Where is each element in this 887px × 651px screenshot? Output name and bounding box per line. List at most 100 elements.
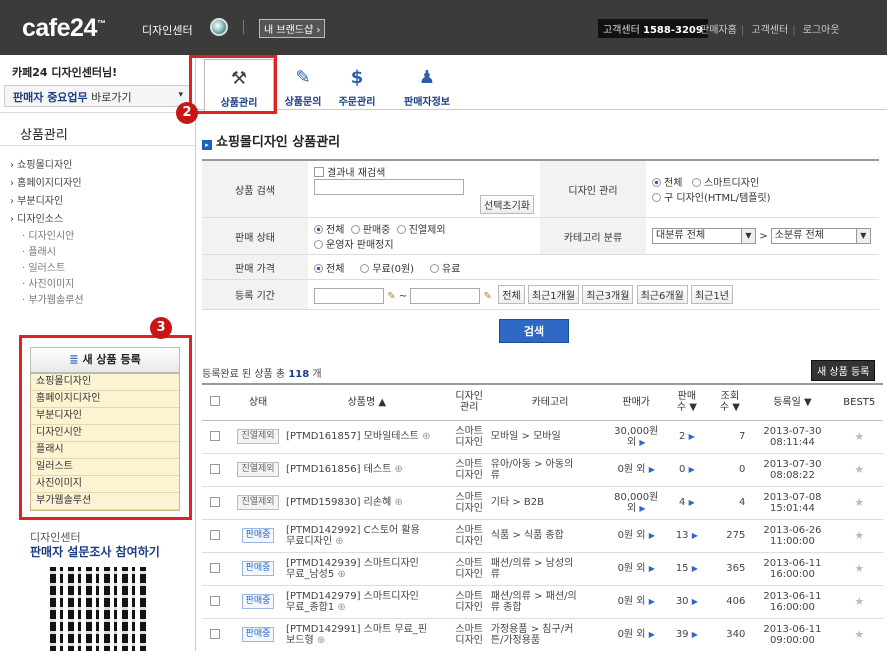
star-icon[interactable]: ★ xyxy=(854,463,864,476)
calendar-icon[interactable]: ✎ xyxy=(387,291,395,302)
play-arrow-icon[interactable]: ▶ xyxy=(689,432,695,441)
design-smart-radio[interactable] xyxy=(691,178,701,187)
category-small-select[interactable]: 소분류 전체 ▼ xyxy=(770,228,871,244)
row-checkbox[interactable] xyxy=(209,595,220,606)
period-1m-button[interactable]: 최근1개월 xyxy=(527,285,580,304)
category-large-select[interactable]: 대분류 전체 ▼ xyxy=(652,228,756,244)
design-old-radio[interactable] xyxy=(652,193,661,202)
table-row[interactable]: 판매중 [PTMD142991] 스마트 무료_핀 보드형 ⊕ 스마트 디자인 가정용… xyxy=(202,618,883,651)
row-checkbox[interactable] xyxy=(209,496,220,507)
star-icon[interactable]: ★ xyxy=(854,628,864,641)
play-arrow-icon[interactable]: ▶ xyxy=(639,504,645,513)
sidebar-subitem-illustration[interactable]: · 일러스트 xyxy=(10,261,190,277)
zoom-icon[interactable]: ⊕ xyxy=(335,536,343,547)
zoom-icon[interactable]: ⊕ xyxy=(337,602,345,613)
zoom-icon[interactable]: ⊕ xyxy=(422,431,430,442)
important-tasks-select[interactable]: 판매자 중요업무 바로가기 ▾ xyxy=(4,85,190,107)
sale-stopped-radio[interactable] xyxy=(314,240,323,249)
sidebar-item-homepage-design[interactable]: › 홈페이지디자인 xyxy=(10,175,190,193)
table-row[interactable]: 진열제외 [PTMD159830] 리손혜 ⊕ 스마트 디자인 기타 > B2B 80,… xyxy=(202,486,883,520)
sale-selling-radio[interactable] xyxy=(350,225,360,234)
cafe24-logo[interactable]: cafe24™ xyxy=(22,14,106,43)
price-paid-radio[interactable] xyxy=(429,263,439,273)
zoom-icon[interactable]: ⊕ xyxy=(394,464,402,475)
play-arrow-icon[interactable]: ▶ xyxy=(692,564,698,573)
period-all-button[interactable]: 전체 xyxy=(498,285,525,304)
play-arrow-icon[interactable]: ▶ xyxy=(649,465,655,474)
row-checkbox[interactable] xyxy=(209,463,220,474)
play-arrow-icon[interactable]: ▶ xyxy=(692,531,698,540)
play-arrow-icon[interactable]: ▶ xyxy=(692,597,698,606)
sidebar-subitem-photo[interactable]: · 사진이미지 xyxy=(10,277,190,293)
star-icon[interactable]: ★ xyxy=(854,595,864,608)
sale-hidden-radio[interactable] xyxy=(396,225,406,234)
re-search-checkbox[interactable] xyxy=(314,167,324,177)
play-arrow-icon[interactable]: ▶ xyxy=(639,438,645,447)
sales-count: 15 xyxy=(675,563,689,574)
design-all-radio[interactable] xyxy=(652,178,661,187)
product-name-link[interactable]: [PTMD142939] 스마트디자인 무료_남성5 xyxy=(286,558,419,580)
seller-home-link[interactable]: 판매자홈 xyxy=(700,25,737,36)
sidebar-item-partial-design[interactable]: › 부분디자인 xyxy=(10,193,190,211)
survey-link[interactable]: 판매자 설문조사 참여하기 xyxy=(30,543,160,560)
reset-selection-button[interactable]: 선택초기화 xyxy=(480,195,534,214)
price-all-radio[interactable] xyxy=(314,263,323,273)
col-sales[interactable]: 판매 수 ▼ xyxy=(663,384,711,421)
zoom-icon[interactable]: ⊕ xyxy=(394,497,402,508)
star-icon[interactable]: ★ xyxy=(854,430,864,443)
sidebar-item-design-source[interactable]: › 디자인소스 xyxy=(10,211,190,229)
sale-all-radio[interactable] xyxy=(314,225,323,234)
product-name-link[interactable]: [PTMD142991] 스마트 무료_핀 보드형 xyxy=(286,624,427,646)
play-arrow-icon[interactable]: ▶ xyxy=(689,498,695,507)
product-search-input[interactable] xyxy=(314,179,464,195)
search-button[interactable]: 검색 xyxy=(499,319,569,343)
play-arrow-icon[interactable]: ▶ xyxy=(649,597,655,606)
period-3m-button[interactable]: 최근3개월 xyxy=(582,285,634,304)
row-checkbox[interactable] xyxy=(209,562,220,573)
customer-center-link[interactable]: 고객센터 xyxy=(751,25,788,36)
new-product-button[interactable]: 새 상품 등록 xyxy=(811,360,876,381)
table-row[interactable]: 진열제외 [PTMD161857] 모바일테스트 ⊕ 스마트 디자인 모바일 > 모바… xyxy=(202,420,883,454)
calendar-icon[interactable]: ✎ xyxy=(484,291,492,302)
row-checkbox[interactable] xyxy=(209,628,220,639)
radio-label: 운영자 판매정지 xyxy=(326,240,394,251)
play-arrow-icon[interactable]: ▶ xyxy=(649,630,655,639)
play-arrow-icon[interactable]: ▶ xyxy=(692,630,698,639)
sidebar-subitem-design-draft[interactable]: · 디자인시안 xyxy=(10,229,190,245)
start-date-input[interactable] xyxy=(314,288,384,304)
tab-order-management[interactable]: $ 주문관리 xyxy=(322,59,392,111)
product-name-link[interactable]: [PTMD161856] 테스트 xyxy=(286,464,391,475)
col-product-name[interactable]: 상품명 ▲ xyxy=(286,384,448,421)
sidebar-subitem-flash[interactable]: · 플래시 xyxy=(10,245,190,261)
star-icon[interactable]: ★ xyxy=(854,529,864,542)
end-date-input[interactable] xyxy=(410,288,481,304)
row-checkbox[interactable] xyxy=(209,430,220,441)
table-row[interactable]: 판매중 [PTMD142939] 스마트디자인 무료_남성5 ⊕ 스마트 디자인 패션… xyxy=(202,552,883,586)
price-free-radio[interactable] xyxy=(360,263,370,273)
table-row[interactable]: 판매중 [PTMD142979] 스마트디자인 무료_종합1 ⊕ 스마트 디자인 패션… xyxy=(202,585,883,619)
tab-seller-info[interactable]: ♟ 판매자정보 xyxy=(392,59,462,111)
zoom-icon[interactable]: ⊕ xyxy=(317,635,325,646)
play-arrow-icon[interactable]: ▶ xyxy=(689,465,695,474)
logout-link[interactable]: 로그아웃 xyxy=(803,25,840,36)
sidebar-subitem-web-solution[interactable]: · 부가웹솔루션 xyxy=(10,293,190,309)
play-arrow-icon[interactable]: ▶ xyxy=(649,531,655,540)
my-brand-shop-button[interactable]: 내 브랜드샵 › xyxy=(259,19,326,38)
product-name-link[interactable]: [PTMD161857] 모바일테스트 xyxy=(286,431,419,442)
col-date[interactable]: 등록일 ▼ xyxy=(749,384,836,421)
product-name-link[interactable]: [PTMD142979] 스마트디자인 무료_종합1 xyxy=(286,591,419,613)
row-checkbox[interactable] xyxy=(209,529,220,540)
table-row[interactable]: 진열제외 [PTMD161856] 테스트 ⊕ 스마트 디자인 유아/아동 > 아동의… xyxy=(202,453,883,487)
select-all-checkbox[interactable] xyxy=(209,396,220,407)
product-name-link[interactable]: [PTMD159830] 리손혜 xyxy=(286,497,391,508)
star-icon[interactable]: ★ xyxy=(854,496,864,509)
table-row[interactable]: 판매중 [PTMD142992] C스토어 활용 무료디자인 ⊕ 스마트 디자인 식품… xyxy=(202,519,883,553)
period-1y-button[interactable]: 최근1년 xyxy=(690,285,733,304)
sidebar-item-shopping-mall-design[interactable]: › 쇼핑몰디자인 xyxy=(10,157,190,175)
col-views[interactable]: 조회 수 ▼ xyxy=(710,384,750,421)
product-name-link[interactable]: [PTMD142992] C스토어 활용 무료디자인 xyxy=(286,525,420,547)
period-6m-button[interactable]: 최근6개월 xyxy=(636,285,688,304)
zoom-icon[interactable]: ⊕ xyxy=(337,569,345,580)
star-icon[interactable]: ★ xyxy=(854,562,864,575)
play-arrow-icon[interactable]: ▶ xyxy=(649,564,655,573)
